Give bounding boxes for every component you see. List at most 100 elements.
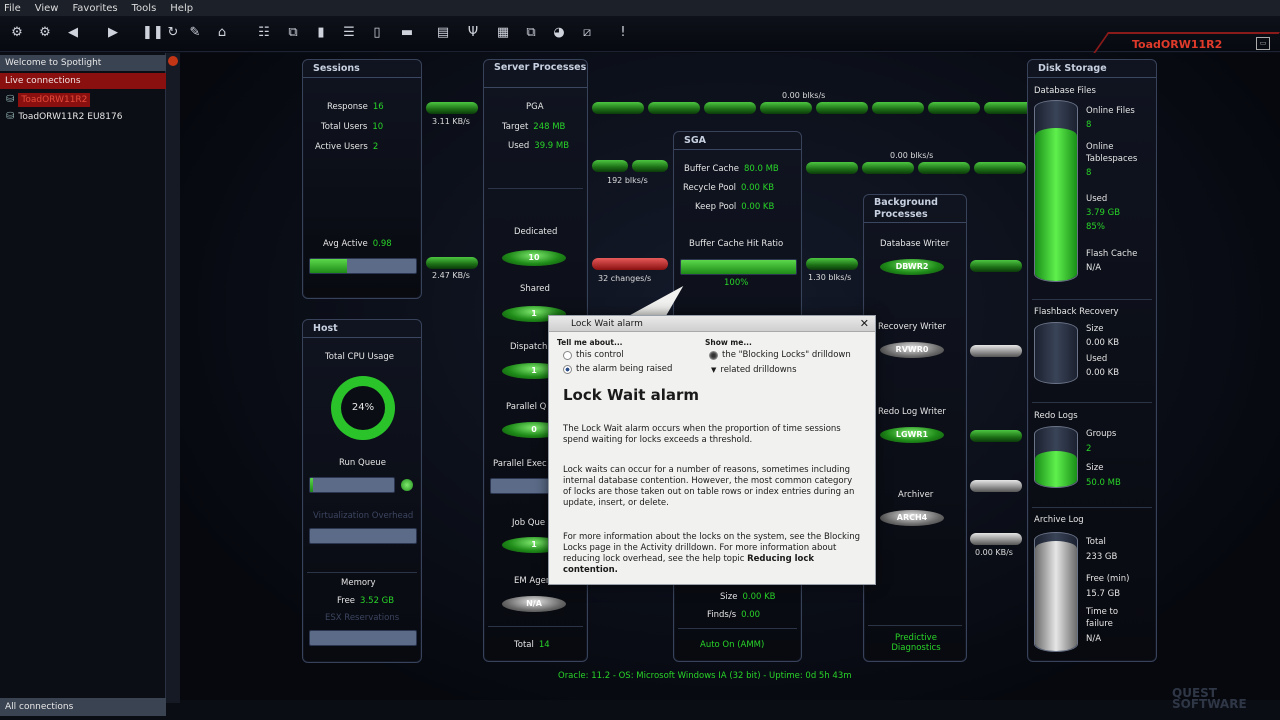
connection-item-toadorw11r2[interactable]: ⛁ ToadORW11R2 xyxy=(6,93,91,107)
filter-icon[interactable]: Ψ xyxy=(464,23,482,43)
redo-logs-cylinder xyxy=(1034,426,1078,488)
welcome-item[interactable]: Welcome to Spotlight xyxy=(0,55,166,71)
database-icon[interactable]: ▤ xyxy=(434,23,452,43)
list-icon[interactable]: ☰ xyxy=(340,23,358,43)
flow-sessions-server-2 xyxy=(426,257,478,269)
panel-title: Server Processes xyxy=(484,60,587,88)
home-icon[interactable]: ⌂ xyxy=(213,23,231,43)
tools-icon[interactable]: ⧄ xyxy=(578,23,596,43)
forward-arrow-icon[interactable]: ▶ xyxy=(104,23,122,43)
flow-redo-changes xyxy=(592,258,668,270)
flashback-used-value: 0.00 KB xyxy=(1086,368,1120,378)
window-icon[interactable]: ▬ xyxy=(398,23,416,43)
radio-alarm-raised[interactable]: the alarm being raised xyxy=(563,364,672,374)
refresh-icon[interactable]: ↻ xyxy=(164,23,182,43)
quest-software-logo: QUEST SOFTWARE xyxy=(1172,686,1247,711)
sessions-panel[interactable]: Sessions Response 16 Total Users 10 Active… xyxy=(302,59,422,299)
em-agent-value[interactable]: N/A xyxy=(502,596,566,612)
close-sidebar-icon[interactable] xyxy=(168,56,178,66)
menu-file[interactable]: File xyxy=(4,3,21,14)
separator xyxy=(868,625,962,626)
database-connection-icon: ⛁ xyxy=(6,94,15,105)
flow-label: 32 changes/s xyxy=(598,274,652,283)
panel-title: Sessions xyxy=(303,60,421,78)
sessions-icon[interactable]: ☷ xyxy=(255,23,273,43)
host-panel[interactable]: Host Total CPU Usage 24% Run Queue Virtu… xyxy=(302,319,422,663)
size-label: Size 0.00 KB xyxy=(720,592,776,602)
predictive-diagnostics-link[interactable]: Predictive Diagnostics xyxy=(886,633,946,653)
close-icon[interactable]: ✕ xyxy=(860,317,869,331)
disk-storage-panel[interactable]: Disk Storage Database Files Online Files… xyxy=(1027,59,1157,662)
virtualization-label: Virtualization Overhead xyxy=(313,511,414,521)
archiver-value[interactable]: ARCH4 xyxy=(880,510,944,526)
database-writer-value[interactable]: DBWR2 xyxy=(880,259,944,275)
top-sql-icon[interactable]: ⧉ xyxy=(284,23,302,43)
flow-server-disk-top xyxy=(592,102,1036,114)
total-users-label: Total Users 10 xyxy=(321,122,384,132)
status-bar: Oracle: 11.2 - OS: Microsoft Windows IA … xyxy=(558,671,852,681)
archive-log-label: Archive Log xyxy=(1034,515,1084,525)
recovery-writer-value[interactable]: RVWR0 xyxy=(880,342,944,358)
copy-icon[interactable]: ⧉ xyxy=(522,23,540,43)
window-layout-icon[interactable]: ▭ xyxy=(1256,37,1270,50)
page-icon[interactable]: ▯ xyxy=(368,23,386,43)
flow-archive-disk xyxy=(970,480,1022,492)
time-to-failure-value: N/A xyxy=(1086,634,1102,644)
popup-paragraph-3: For more information about the locks on … xyxy=(563,532,861,575)
separator xyxy=(1032,299,1152,300)
database-writer-label: Database Writer xyxy=(880,239,950,249)
popup-title: Lock Wait alarm xyxy=(563,386,700,404)
alert-icon[interactable]: ! xyxy=(614,23,632,43)
auto-memory-label[interactable]: Auto On (AMM) xyxy=(700,640,764,650)
flash-cache-value: N/A xyxy=(1086,263,1102,273)
redo-size-label: Size xyxy=(1086,463,1104,473)
flow-label: 1.30 blks/s xyxy=(808,273,852,282)
connect-icon[interactable]: ⚙ xyxy=(8,23,26,43)
popup-options: Tell me about... Show me... this control… xyxy=(557,338,869,378)
flow-archive-disk-2 xyxy=(970,533,1022,545)
recovery-writer-label: Recovery Writer xyxy=(878,322,947,332)
pga-used-label: Used 39.9 MB xyxy=(508,141,570,151)
lock-wait-alarm-popup[interactable]: Lock Wait alarm ✕ Tell me about... Show m… xyxy=(548,315,876,585)
hit-ratio-value: 100% xyxy=(724,278,749,288)
dedicated-value[interactable]: 10 xyxy=(502,250,566,266)
flow-sga-bg xyxy=(806,258,858,270)
connection-item-eu8176[interactable]: ⛁ ToadORW11R2 EU8176 xyxy=(6,110,122,124)
report-icon[interactable]: ▦ xyxy=(494,23,512,43)
gauge-icon[interactable]: ◕ xyxy=(550,23,568,43)
online-tablespaces-label: Online Tablespaces xyxy=(1086,142,1138,164)
menu-favorites[interactable]: Favorites xyxy=(72,3,117,14)
blocking-locks-link[interactable]: the "Blocking Locks" drilldown xyxy=(709,350,851,360)
menu-view[interactable]: View xyxy=(35,3,59,14)
menu-tools[interactable]: Tools xyxy=(132,3,157,14)
live-connections-header[interactable]: Live connections xyxy=(0,73,166,89)
flashback-used-label: Used xyxy=(1086,354,1108,364)
flow-label: 0.00 KB/s xyxy=(975,548,1013,557)
pause-icon[interactable]: ❚❚ xyxy=(142,23,164,43)
redo-log-writer-label: Redo Log Writer xyxy=(878,407,946,417)
archive-total-label: Total xyxy=(1086,537,1106,547)
all-connections-tab[interactable]: All connections xyxy=(0,698,166,716)
virtualization-bar xyxy=(309,528,417,544)
memory-label: Memory xyxy=(341,578,376,588)
back-arrow-icon[interactable]: ◀ xyxy=(64,23,82,43)
background-processes-panel[interactable]: Background Processes Database Writer DBW… xyxy=(863,194,967,662)
radio-this-control[interactable]: this control xyxy=(563,350,624,360)
redo-size-value: 50.0 MB xyxy=(1086,478,1121,488)
pin-icon[interactable]: ✎ xyxy=(186,23,204,43)
connection-label: ToadORW11R2 EU8176 xyxy=(18,112,123,122)
buffer-cache-label: Buffer Cache 80.0 MB xyxy=(684,164,779,174)
disconnect-icon[interactable]: ⚙ xyxy=(36,23,54,43)
redo-log-writer-value[interactable]: LGWR1 xyxy=(880,427,944,443)
flow-label: 0.00 blks/s xyxy=(890,151,934,160)
parallel-q-label: Parallel Q xyxy=(506,402,547,412)
esx-bar xyxy=(309,630,417,646)
cpu-usage-ring: 24% xyxy=(331,376,395,440)
show-me-label: Show me... xyxy=(705,338,752,347)
archive-free-label: Free (min) xyxy=(1086,574,1130,584)
charts-icon[interactable]: ▮ xyxy=(312,23,330,43)
related-drilldowns-link[interactable]: ▼ related drilldowns xyxy=(711,365,797,375)
sidebar-scrollbar[interactable] xyxy=(166,53,180,703)
menu-help[interactable]: Help xyxy=(170,3,193,14)
groups-label: Groups xyxy=(1086,429,1117,439)
